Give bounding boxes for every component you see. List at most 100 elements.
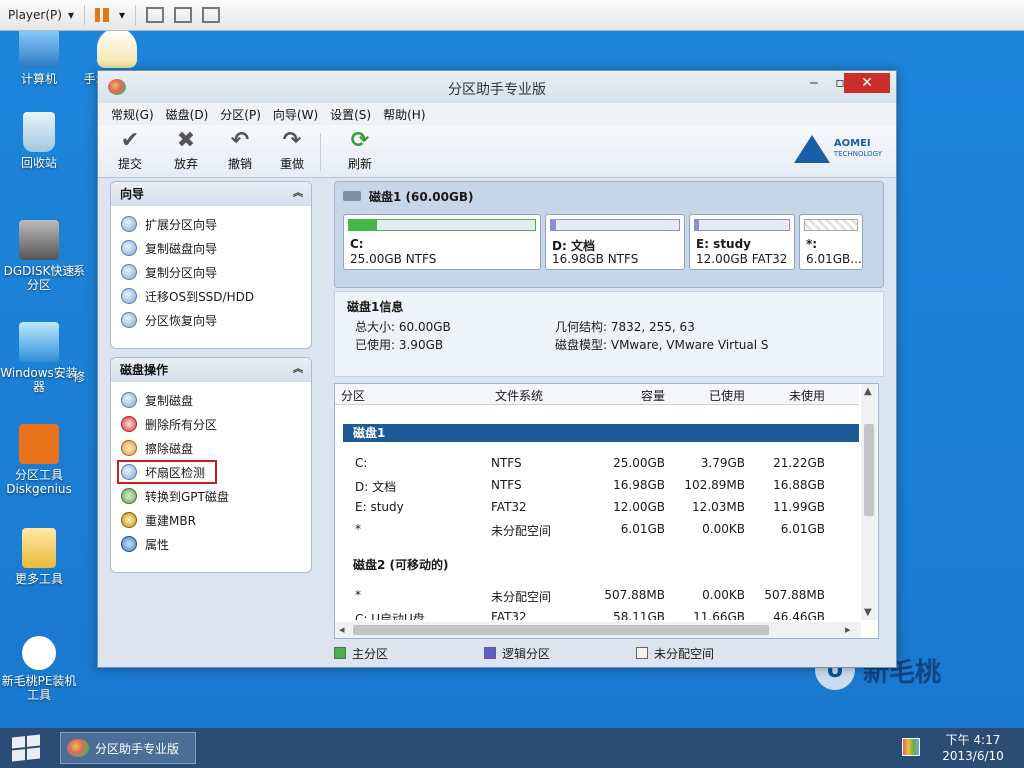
- disk-op-wipe-disk[interactable]: 擦除磁盘: [111, 436, 311, 460]
- wizard-icon: [121, 240, 137, 256]
- wizard-item-extend-partition[interactable]: 扩展分区向导: [111, 212, 311, 236]
- vertical-scrollbar[interactable]: ▲ ▼: [861, 384, 877, 620]
- taskbar: 分区助手专业版 下午 4:17 2013/6/10: [0, 728, 1024, 768]
- desktop-icon-computer[interactable]: 计算机: [0, 28, 78, 86]
- scroll-right-arrow-icon[interactable]: ▸: [845, 623, 851, 636]
- column-header-filesystem[interactable]: 文件系统: [495, 387, 543, 404]
- table-row[interactable]: D: 文档 NTFS 16.98GB 102.89MB 16.88GB: [335, 476, 859, 496]
- column-header-used[interactable]: 已使用: [675, 387, 745, 404]
- partition-usage-bar: [694, 219, 790, 231]
- toolbar: ✔ 提交 ✖ 放弃 ↶ 撤销 ↷ 重做 ⟳ 刷新 AOMEI TECHNOLOGY: [98, 125, 896, 178]
- table-row[interactable]: E: study FAT32 12.00GB 12.03MB 11.99GB: [335, 498, 859, 518]
- checkmark-icon: ✔: [120, 128, 140, 153]
- partition-usage-bar: [348, 219, 536, 231]
- computer-icon: [19, 28, 59, 68]
- dropdown-arrow-icon[interactable]: ▾: [119, 8, 125, 22]
- disk-group-row[interactable]: 磁盘1: [343, 424, 859, 442]
- column-header-unused[interactable]: 未使用: [753, 387, 825, 404]
- disk-info-total: 总大小: 60.00GB: [355, 320, 451, 334]
- disk-group-row[interactable]: 磁盘2 (可移动的): [343, 556, 859, 574]
- wizard-item-migrate-os[interactable]: 迁移OS到SSD/HDD: [111, 284, 311, 308]
- table-row[interactable]: C: NTFS 25.00GB 3.79GB 21.22GB: [335, 454, 859, 474]
- disk-op-convert-gpt[interactable]: 转换到GPT磁盘: [111, 484, 311, 508]
- wizard-panel: 向导 ︽ 扩展分区向导 复制磁盘向导 复制分区向导 迁移OS到SSD/HDD 分…: [110, 181, 312, 349]
- legend-logical: 逻辑分区: [484, 645, 550, 662]
- disk-info-model: 磁盘模型: VMware, VMware Virtual S: [555, 338, 769, 352]
- partition-block[interactable]: E: study 12.00GB FAT32: [689, 214, 795, 270]
- undo-button[interactable]: ↶ 撤销: [218, 129, 262, 172]
- vertical-scroll-thumb[interactable]: [864, 424, 874, 516]
- table-row[interactable]: * 未分配空间 6.01GB 0.00KB 6.01GB: [335, 520, 859, 540]
- partition-table: 分区 文件系统 容量 已使用 未使用 磁盘1 C: NTFS 25.00GB 3…: [334, 383, 879, 639]
- horizontal-scrollbar[interactable]: ◂ ▸: [335, 622, 861, 638]
- send-ctrl-alt-del-icon[interactable]: [146, 7, 165, 23]
- desktop-icon-partial-2[interactable]: 修: [62, 370, 96, 384]
- desktop-icon-pe-installer[interactable]: 新毛桃PE装机工具: [0, 636, 78, 702]
- scroll-down-arrow-icon[interactable]: ▼: [864, 607, 872, 618]
- wizard-panel-header[interactable]: 向导 ︽: [111, 182, 311, 206]
- disk-op-rebuild-mbr[interactable]: 重建MBR: [111, 508, 311, 532]
- disk-op-properties[interactable]: 属性: [111, 532, 311, 556]
- disk-op-bad-sector-check[interactable]: 坏扇区检测: [117, 460, 217, 484]
- pause-icon[interactable]: [94, 8, 109, 22]
- refresh-button[interactable]: ⟳ 刷新: [338, 129, 382, 172]
- disk-op-delete-all-partitions[interactable]: 删除所有分区: [111, 412, 311, 436]
- wizard-item-partition-recovery[interactable]: 分区恢复向导: [111, 308, 311, 332]
- eraser-icon: [121, 440, 137, 456]
- legend: 主分区 逻辑分区 未分配空间: [334, 643, 882, 663]
- menu-settings[interactable]: 设置(S): [327, 106, 380, 123]
- window-title: 分区助手专业版: [448, 82, 546, 98]
- unity-icon[interactable]: [202, 7, 221, 23]
- menu-help[interactable]: 帮助(H): [380, 106, 434, 123]
- app-icon: [67, 739, 89, 757]
- network-tray-icon[interactable]: [902, 738, 920, 756]
- title-bar[interactable]: 分区助手专业版 ‒ ▫ ✕: [98, 71, 896, 103]
- partition-block[interactable]: C: 25.00GB NTFS: [343, 214, 541, 270]
- disk-map: 磁盘1 (60.00GB) C: 25.00GB NTFS D: 文档 16.9…: [334, 181, 884, 288]
- undo-icon: ↶: [230, 128, 250, 153]
- player-toolbar: Player(P) ▾ ▾: [0, 0, 1024, 31]
- legend-unallocated: 未分配空间: [636, 645, 714, 662]
- discard-button[interactable]: ✖ 放弃: [164, 129, 208, 172]
- close-button[interactable]: ✕: [844, 73, 890, 93]
- table-row[interactable]: * 未分配空间 507.88MB 0.00KB 507.88MB: [335, 586, 859, 606]
- column-header-capacity[interactable]: 容量: [595, 387, 665, 404]
- partition-block[interactable]: D: 文档 16.98GB NTFS: [545, 214, 685, 270]
- rebuild-mbr-icon: [121, 512, 137, 528]
- disk-operations-header[interactable]: 磁盘操作 ︽: [111, 358, 311, 382]
- scroll-left-arrow-icon[interactable]: ◂: [339, 623, 345, 636]
- bad-sector-icon: [121, 464, 137, 480]
- desktop-icon-more-tools[interactable]: 更多工具: [0, 528, 78, 586]
- menu-partition[interactable]: 分区(P): [217, 106, 270, 123]
- wizard-item-copy-disk[interactable]: 复制磁盘向导: [111, 236, 311, 260]
- system-clock[interactable]: 下午 4:17 2013/6/10: [928, 732, 1018, 764]
- app-window: 分区助手专业版 ‒ ▫ ✕ 常规(G) 磁盘(D) 分区(P) 向导(W) 设置…: [97, 70, 897, 668]
- collapse-icon[interactable]: ︽: [293, 182, 303, 206]
- disk-op-copy-disk[interactable]: 复制磁盘: [111, 388, 311, 412]
- windows-start-icon[interactable]: [12, 734, 40, 762]
- desktop-icon-dgdisk[interactable]: DGDISK快速分区: [0, 220, 78, 292]
- apply-button[interactable]: ✔ 提交: [108, 129, 152, 172]
- desktop-icon-recycle-bin[interactable]: 回收站: [0, 112, 78, 170]
- player-menu[interactable]: Player(P) ▾: [8, 8, 74, 22]
- menu-disk[interactable]: 磁盘(D): [163, 106, 218, 123]
- collapse-icon[interactable]: ︽: [293, 358, 303, 382]
- wizard-item-copy-partition[interactable]: 复制分区向导: [111, 260, 311, 284]
- table-row[interactable]: C: U启动U盘 FAT32 58.11GB 11.66GB 46.46GB: [335, 608, 859, 620]
- toolbar-separator: [135, 5, 137, 25]
- column-header-partition[interactable]: 分区: [341, 387, 365, 404]
- aomei-logo: AOMEI TECHNOLOGY: [793, 135, 882, 163]
- horizontal-scroll-thumb[interactable]: [353, 625, 769, 635]
- desktop-icon-partial-1[interactable]: 系: [62, 264, 96, 278]
- menu-wizard[interactable]: 向导(W): [270, 106, 327, 123]
- folder-icon: [22, 528, 56, 568]
- redo-button[interactable]: ↷ 重做: [270, 129, 314, 172]
- fullscreen-icon[interactable]: [174, 7, 193, 23]
- partition-block[interactable]: *: 6.01GB...: [799, 214, 863, 270]
- taskbar-app-button[interactable]: 分区助手专业版: [60, 732, 196, 764]
- desktop-icon-diskgenius[interactable]: 分区工具Diskgenius: [0, 424, 78, 496]
- scroll-up-arrow-icon[interactable]: ▲: [864, 386, 872, 397]
- menu-general[interactable]: 常规(G): [108, 106, 163, 123]
- disk-header[interactable]: 磁盘1 (60.00GB): [335, 182, 883, 210]
- disk-operations-panel: 磁盘操作 ︽ 复制磁盘 删除所有分区 擦除磁盘 坏扇区检测 转换到GPT磁盘 重…: [110, 357, 312, 573]
